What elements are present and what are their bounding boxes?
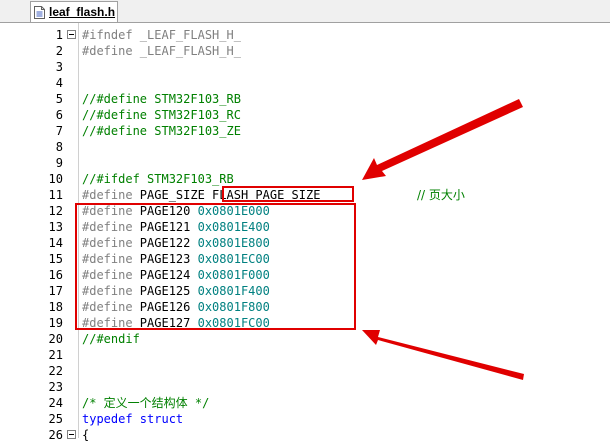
arrow-to-page-defines (362, 330, 524, 380)
arrow-to-page-size (362, 99, 523, 180)
annotation-arrows (362, 99, 524, 380)
